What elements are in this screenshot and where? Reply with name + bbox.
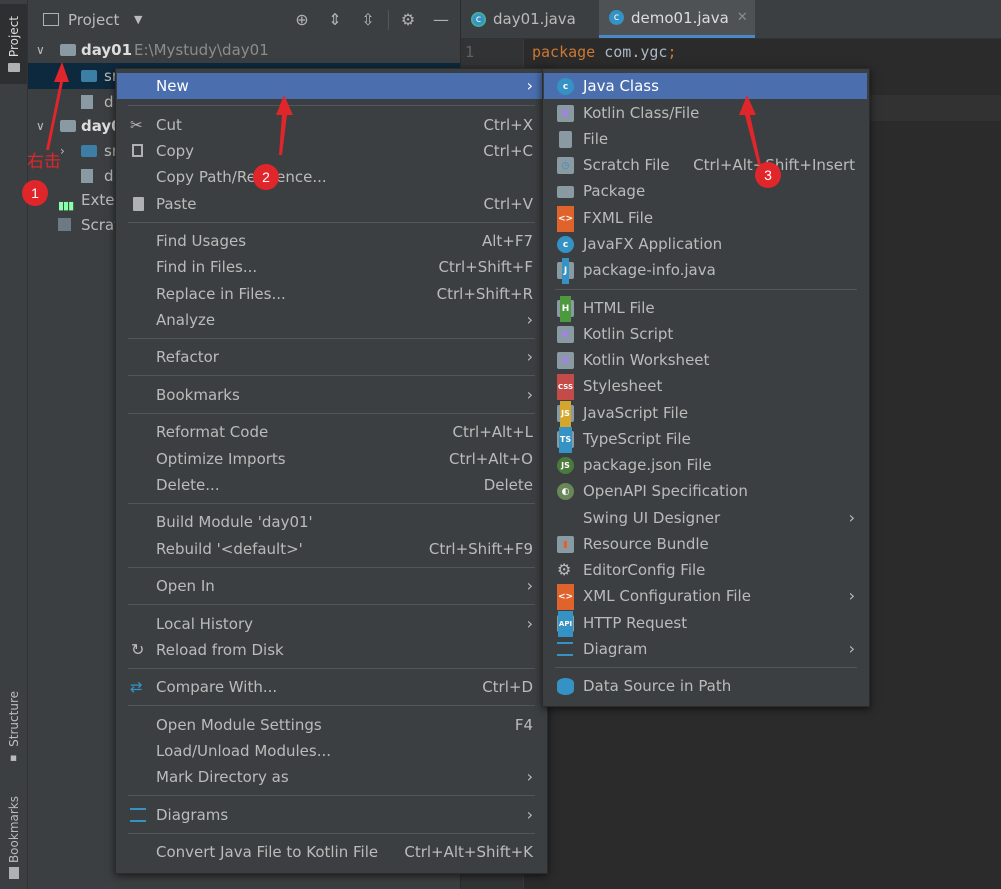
step-badge-3: 3	[755, 162, 781, 188]
step-badge-2: 2	[253, 164, 279, 190]
annotation-arrow-1	[46, 62, 69, 150]
right-click-annotation: 右击	[27, 152, 61, 171]
annotation-arrow-3	[739, 95, 761, 165]
annotation-overlay	[46, 62, 761, 165]
annotation-arrow-2	[276, 95, 293, 155]
step-badge-1: 1	[22, 180, 48, 206]
